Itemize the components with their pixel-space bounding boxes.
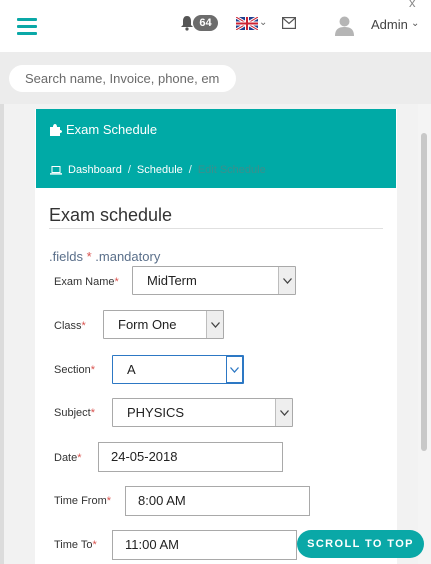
scrollbar-thumb[interactable] xyxy=(421,133,427,451)
section-select[interactable]: A xyxy=(112,355,244,384)
date-label: Date* xyxy=(54,452,82,464)
exam-name-label-text: Exam Name xyxy=(54,276,115,288)
subject-label: Subject* xyxy=(54,407,95,419)
required-star: * xyxy=(92,539,97,551)
mandatory-suffix: .mandatory xyxy=(95,249,161,264)
time-to-input[interactable]: 11:00 AM xyxy=(112,530,297,560)
breadcrumb-separator: / xyxy=(127,164,131,176)
mail-icon[interactable] xyxy=(282,17,296,29)
bell-icon[interactable] xyxy=(180,15,194,31)
date-input[interactable]: 24-05-2018 xyxy=(98,442,283,472)
breadcrumb-dashboard[interactable]: Dashboard xyxy=(68,164,122,176)
class-label: Class* xyxy=(54,320,86,332)
user-avatar-icon[interactable] xyxy=(334,15,355,36)
exam-name-select[interactable]: MidTerm xyxy=(132,266,296,295)
notification-count-badge: 64 xyxy=(193,15,218,31)
required-star: * xyxy=(90,364,95,376)
user-name-label[interactable]: Admin xyxy=(371,17,408,32)
breadcrumb-separator: / xyxy=(188,164,192,176)
time-to-label-text: Time To xyxy=(54,539,93,551)
section-label-text: Section xyxy=(54,364,91,376)
puzzle-icon xyxy=(50,124,62,136)
chevron-down-icon[interactable] xyxy=(206,311,223,338)
time-to-label: Time To* xyxy=(54,539,97,551)
breadcrumb-current: Edit Schedule xyxy=(197,164,266,176)
class-select[interactable]: Form One xyxy=(103,310,224,339)
time-from-label-text: Time From xyxy=(54,495,107,507)
panel-title-row: Exam Schedule xyxy=(49,122,157,137)
required-star: * xyxy=(114,276,119,288)
exam-name-value: MidTerm xyxy=(147,273,197,288)
section-value: A xyxy=(127,362,136,377)
chevron-down-icon[interactable] xyxy=(275,399,292,426)
panel-header: Exam Schedule Dashboard / Schedule / Edi… xyxy=(36,109,396,188)
scroll-to-top-button[interactable]: SCROLL TO TOP xyxy=(297,530,424,558)
section-label: Section* xyxy=(54,364,95,376)
required-star: * xyxy=(106,495,112,507)
required-star: * xyxy=(81,320,86,332)
subject-value: PHYSICS xyxy=(127,405,185,420)
top-navbar: 64 ⌄ Admin ⌄ x xyxy=(0,0,431,52)
subject-label-text: Subject xyxy=(54,407,91,419)
mandatory-prefix: .fields xyxy=(49,249,83,264)
laptop-icon xyxy=(50,165,62,175)
language-chevron-down-icon[interactable]: ⌄ xyxy=(259,17,267,28)
uk-flag-icon[interactable] xyxy=(236,17,258,30)
breadcrumb: Dashboard / Schedule / Edit Schedule xyxy=(50,164,266,176)
time-from-input[interactable]: 8:00 AM xyxy=(125,486,310,516)
date-label-text: Date xyxy=(54,452,78,464)
user-menu-chevron-down-icon[interactable]: ⌄ xyxy=(411,18,419,29)
form-title: Exam schedule xyxy=(49,205,173,225)
hamburger-icon[interactable] xyxy=(17,18,37,35)
required-star: * xyxy=(77,452,82,464)
divider xyxy=(49,228,383,229)
exam-name-label: Exam Name* xyxy=(54,276,119,288)
required-star: * xyxy=(90,407,95,419)
mandatory-note: .fields * .mandatory xyxy=(49,249,160,264)
search-input[interactable] xyxy=(9,65,236,92)
left-rail xyxy=(0,104,4,564)
panel-title: Exam Schedule xyxy=(66,122,158,137)
time-from-label: Time From* xyxy=(54,495,111,507)
class-value: Form One xyxy=(118,317,177,332)
class-label-text: Class xyxy=(54,320,82,332)
subject-select[interactable]: PHYSICS xyxy=(112,398,293,427)
breadcrumb-schedule[interactable]: Schedule xyxy=(137,164,183,176)
close-icon[interactable]: x xyxy=(409,0,416,10)
required-star: * xyxy=(86,249,92,264)
chevron-down-icon[interactable] xyxy=(278,267,295,294)
chevron-down-icon[interactable] xyxy=(226,356,243,383)
